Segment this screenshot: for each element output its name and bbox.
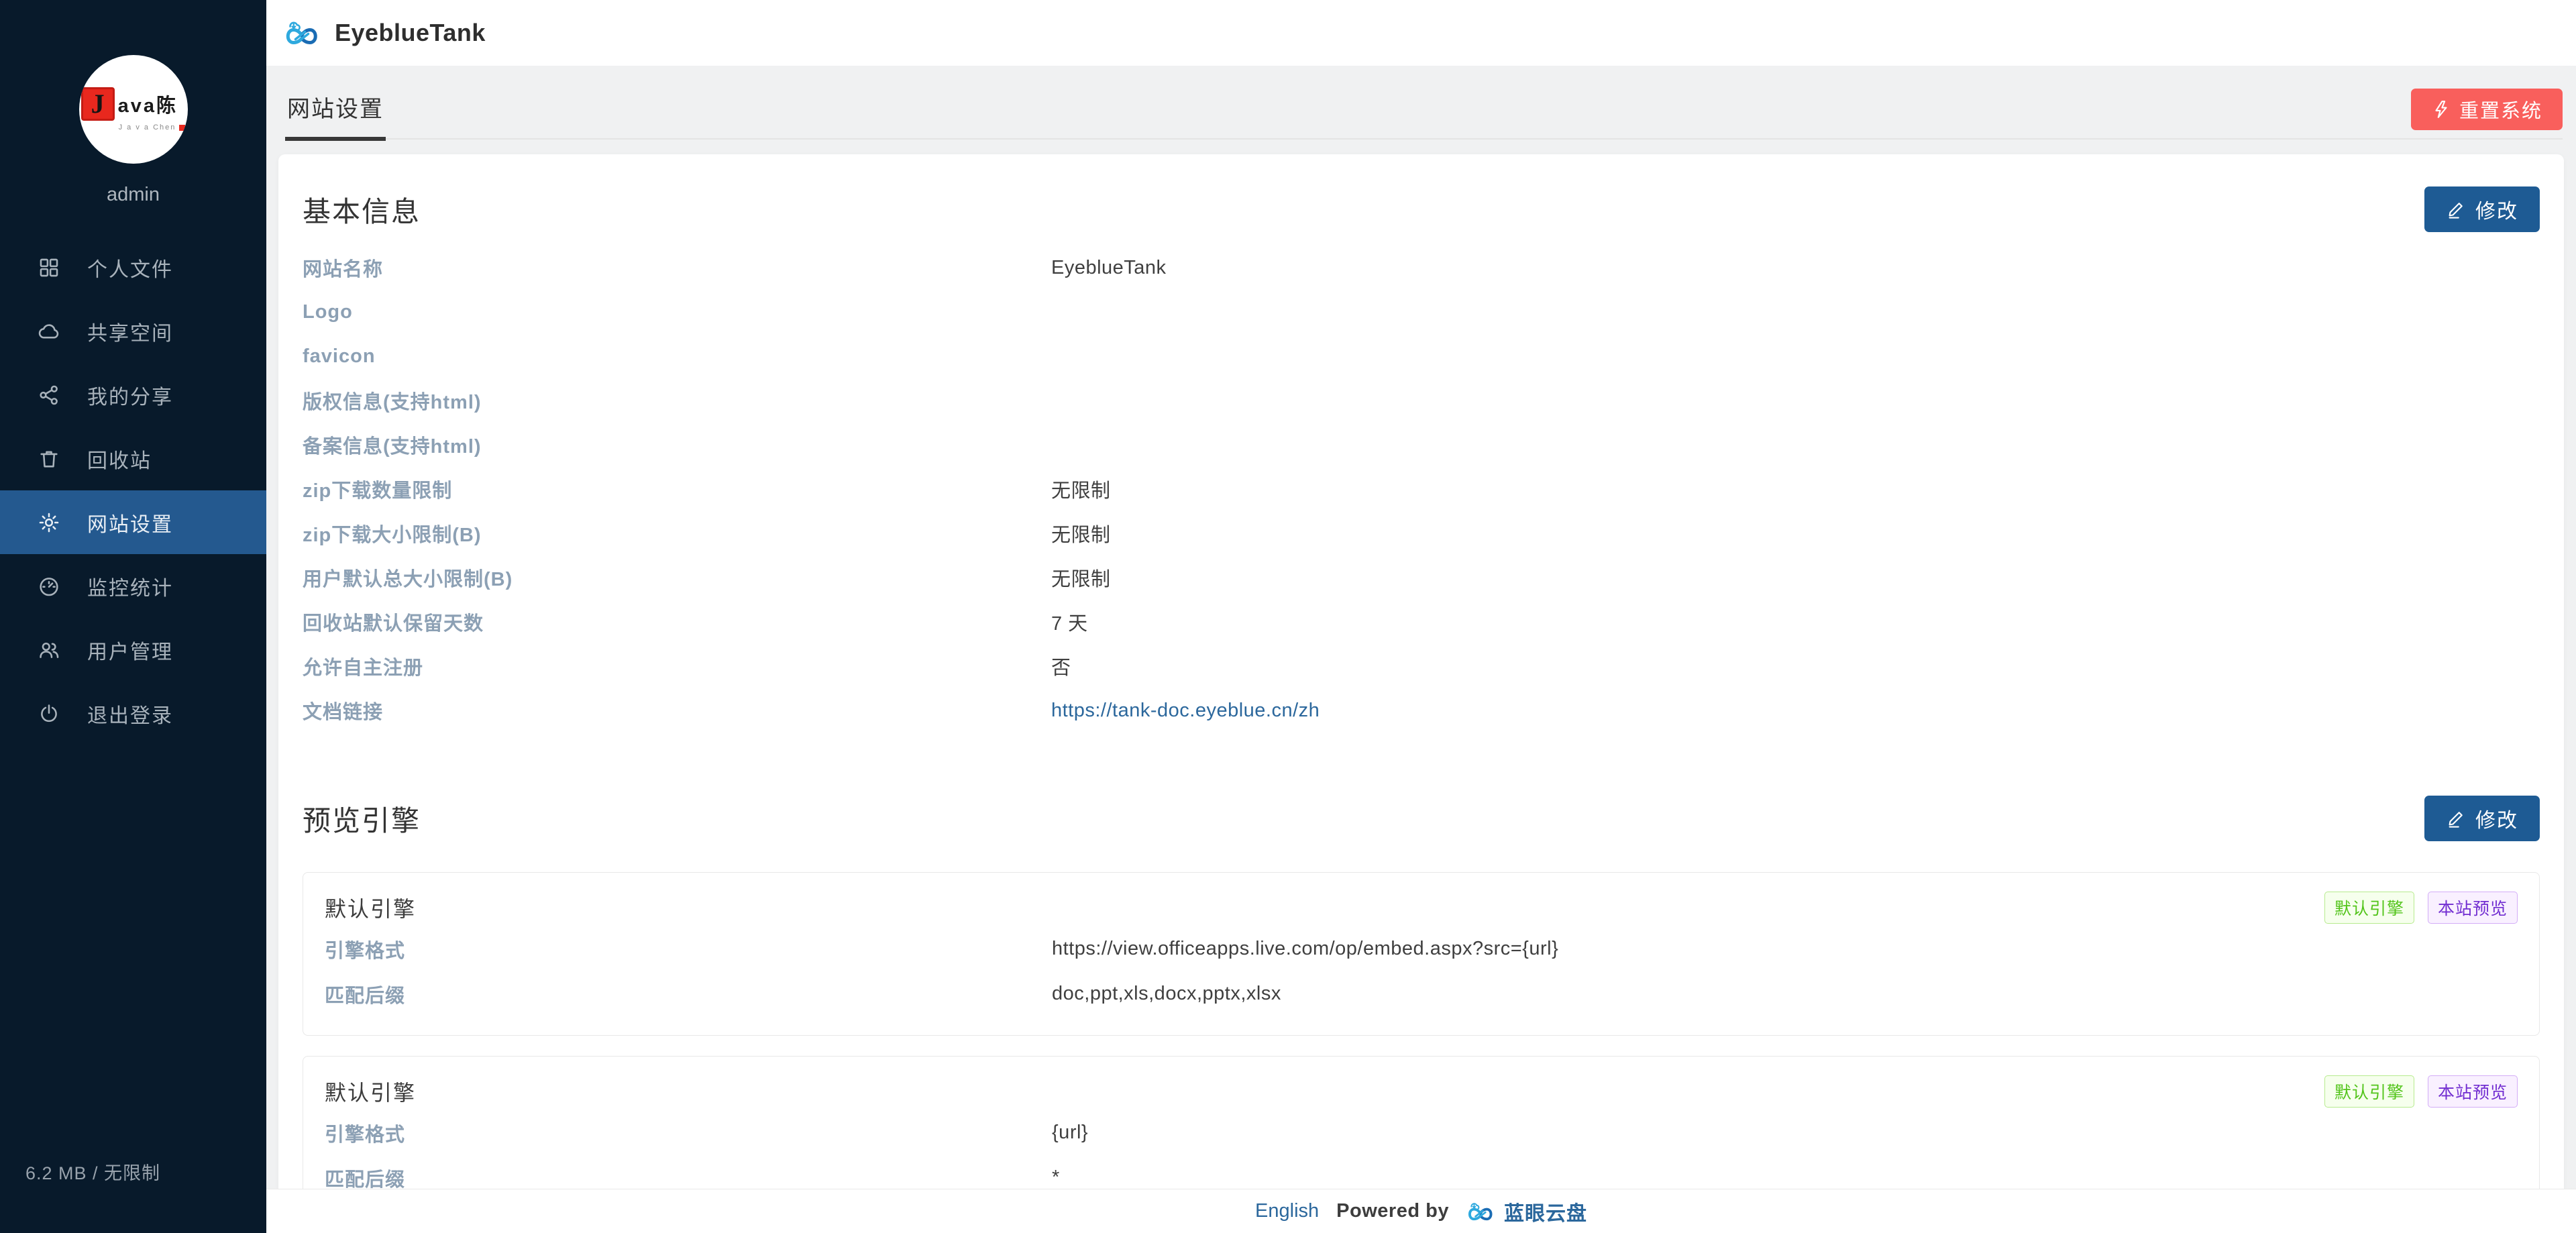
basic-info-rows: 网站名称EyeblueTank Logo favicon 版权信息(支持html… — [303, 246, 2540, 733]
pencil-icon — [2446, 199, 2466, 219]
setting-row: zip下载数量限制无限制 — [303, 467, 2540, 511]
setting-row: 允许自主注册否 — [303, 644, 2540, 688]
setting-row: zip下载大小限制(B)无限制 — [303, 511, 2540, 555]
cloud-icon — [38, 319, 62, 343]
grid-icon — [38, 256, 62, 280]
dashboard-icon — [38, 574, 62, 598]
sidebar-item-site-settings[interactable]: 网站设置 — [0, 490, 266, 554]
power-icon — [38, 702, 62, 726]
sidebar-item-user-management[interactable]: 用户管理 — [0, 618, 266, 682]
sidebar-item-monitoring[interactable]: 监控统计 — [0, 554, 266, 618]
app-root: J ava陈 J a v a Chen admin 个人文件 — [0, 0, 2576, 1233]
sidebar-item-personal-files[interactable]: 个人文件 — [0, 235, 266, 299]
eyeblue-logo-icon[interactable] — [284, 18, 325, 48]
setting-row: 匹配后缀doc,ppt,xls,docx,pptx,xlsx — [325, 971, 2518, 1016]
sidebar-item-recycle-bin[interactable]: 回收站 — [0, 427, 266, 490]
titlebar: 网站设置 重置系统 — [266, 66, 2576, 140]
pencil-icon — [2446, 808, 2466, 828]
preview-engine-title: 预览引擎 — [303, 798, 421, 839]
footer-brand-link[interactable]: 蓝眼云盘 — [1466, 1197, 1587, 1226]
sidebar-item-shared-space[interactable]: 共享空间 — [0, 299, 266, 363]
setting-row: 备案信息(支持html) — [303, 423, 2540, 467]
setting-row: 文档链接https://tank-doc.eyeblue.cn/zh — [303, 688, 2540, 733]
eyeblue-logo-icon — [1466, 1200, 1499, 1223]
setting-row: 引擎格式https://view.officeapps.live.com/op/… — [325, 926, 2518, 971]
powered-by-text: Powered by — [1336, 1200, 1449, 1222]
setting-row: 用户默认总大小限制(B)无限制 — [303, 555, 2540, 600]
local-preview-badge: 本站预览 — [2428, 892, 2518, 924]
language-link[interactable]: English — [1255, 1200, 1319, 1222]
avatar-logo: J ava陈 J a v a Chen — [81, 87, 186, 131]
sidebar-item-label: 个人文件 — [87, 253, 173, 282]
sidebar-item-label: 网站设置 — [87, 508, 173, 537]
engine-title: 默认引擎 — [325, 892, 416, 923]
topbar: EyeblueTank — [266, 0, 2576, 66]
setting-row: 版权信息(支持html) — [303, 378, 2540, 423]
sidebar-menu: 个人文件 共享空间 我的分享 回收站 — [0, 235, 266, 745]
sidebar-item-label: 监控统计 — [87, 572, 173, 601]
avatar-logo-subtitle: J a v a Chen — [81, 123, 186, 131]
share-icon — [38, 383, 62, 407]
sidebar-item-label: 共享空间 — [87, 317, 173, 346]
setting-row: Logo — [303, 290, 2540, 334]
setting-row: 匹配后缀* — [325, 1155, 2518, 1189]
thunderbolt-icon — [2431, 99, 2451, 119]
local-preview-badge: 本站预览 — [2428, 1075, 2518, 1108]
settings-card: 基本信息 修改 网站名称EyeblueTank Logo favicon 版权信… — [278, 154, 2564, 1189]
setting-row: 引擎格式{url} — [325, 1110, 2518, 1155]
avatar-logo-text: ava陈 — [118, 90, 178, 118]
content: 基本信息 修改 网站名称EyeblueTank Logo favicon 版权信… — [266, 140, 2576, 1189]
avatar[interactable]: J ava陈 J a v a Chen — [79, 55, 188, 164]
edit-basic-info-button[interactable]: 修改 — [2424, 186, 2540, 232]
sidebar-item-label: 用户管理 — [87, 635, 173, 665]
avatar-logo-initial: J — [81, 87, 115, 121]
reset-system-button[interactable]: 重置系统 — [2411, 89, 2563, 130]
brand-name[interactable]: EyeblueTank — [335, 19, 486, 47]
engine-box: 默认引擎 默认引擎 本站预览 引擎格式{url} 匹配后缀* — [303, 1056, 2540, 1189]
gear-icon — [38, 511, 62, 535]
sidebar-item-logout[interactable]: 退出登录 — [0, 682, 266, 745]
sidebar-item-label: 回收站 — [87, 444, 152, 474]
page-title: 网站设置 — [285, 91, 386, 141]
footer: English Powered by 蓝眼云盘 — [266, 1189, 2576, 1233]
default-engine-badge: 默认引擎 — [2324, 892, 2414, 924]
setting-row: 回收站默认保留天数7 天 — [303, 600, 2540, 644]
setting-row: favicon — [303, 334, 2540, 378]
sidebar-item-label: 退出登录 — [87, 699, 173, 729]
basic-info-title: 基本信息 — [303, 189, 421, 230]
storage-usage: 6.2 MB / 无限制 — [25, 1159, 160, 1185]
sidebar: J ava陈 J a v a Chen admin 个人文件 — [0, 0, 266, 1233]
trash-icon — [38, 447, 62, 471]
avatar-logo-dot — [179, 125, 185, 131]
default-engine-badge: 默认引擎 — [2324, 1075, 2414, 1108]
username: admin — [0, 184, 266, 206]
doc-link[interactable]: https://tank-doc.eyeblue.cn/zh — [1051, 700, 1320, 722]
basic-info-header: 基本信息 修改 — [303, 154, 2540, 232]
main-area: EyeblueTank 网站设置 重置系统 基本信息 修改 — [266, 0, 2576, 1233]
engine-title: 默认引擎 — [325, 1076, 416, 1107]
footer-brand-text: 蓝眼云盘 — [1504, 1197, 1587, 1226]
preview-engine-header: 预览引擎 修改 — [303, 796, 2540, 841]
sidebar-item-label: 我的分享 — [87, 380, 173, 410]
edit-preview-engine-button[interactable]: 修改 — [2424, 796, 2540, 841]
users-icon — [38, 638, 62, 662]
engine-box: 默认引擎 默认引擎 本站预览 引擎格式https://view.officeap… — [303, 872, 2540, 1036]
sidebar-item-my-shares[interactable]: 我的分享 — [0, 363, 266, 427]
setting-row: 网站名称EyeblueTank — [303, 246, 2540, 290]
